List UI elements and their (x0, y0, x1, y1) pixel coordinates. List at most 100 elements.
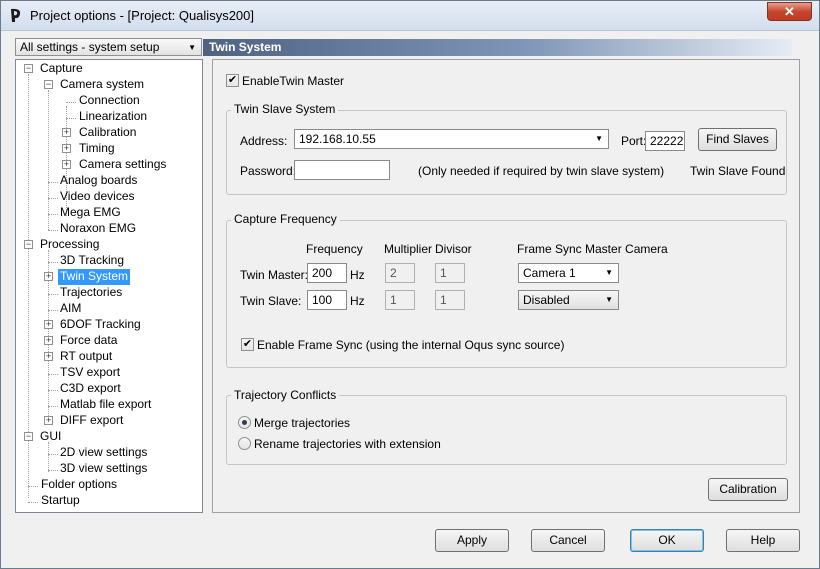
tree-item-aim[interactable]: AIM (58, 301, 83, 317)
tree-item-rt-output[interactable]: RT output (58, 349, 114, 365)
chevron-down-icon[interactable]: ▼ (595, 130, 603, 148)
plus-box-icon[interactable]: + (44, 416, 53, 425)
minus-box-icon[interactable]: − (44, 80, 53, 89)
tree-item-3d-view-settings[interactable]: 3D view settings (58, 461, 149, 477)
minus-box-icon[interactable]: − (24, 432, 33, 441)
tree-connector (48, 454, 58, 455)
tree-item-video-devices[interactable]: Video devices (58, 189, 137, 205)
plus-box-icon[interactable]: + (62, 160, 71, 169)
master-frequency-unit: Hz (350, 268, 365, 282)
master-multiplier-field: 2 (385, 263, 415, 283)
find-slaves-button[interactable]: Find Slaves (698, 128, 777, 151)
slave-frequency-unit: Hz (350, 294, 365, 308)
twin-slave-group (226, 110, 787, 195)
password-note: (Only needed if required by twin slave s… (418, 164, 665, 178)
tree-item-startup[interactable]: Startup (39, 493, 82, 509)
tree-item-3d-tracking[interactable]: 3D Tracking (58, 253, 126, 269)
radio-selected-dot (242, 420, 247, 425)
tree-connector (48, 230, 58, 231)
settings-tree[interactable]: − − + + + − + + + + + − Capture Camera s… (15, 59, 203, 513)
tree-connector (66, 118, 76, 119)
port-label: Port: (621, 134, 647, 148)
slave-divisor-field: 1 (435, 290, 465, 310)
tree-item-camera-system[interactable]: Camera system (58, 77, 146, 93)
enable-frame-sync-checkbox[interactable]: ✔ (241, 338, 254, 351)
plus-box-icon[interactable]: + (44, 352, 53, 361)
tree-item-camera-settings[interactable]: Camera settings (77, 157, 168, 173)
slave-multiplier-field: 1 (385, 290, 415, 310)
app-logo-icon (11, 8, 21, 22)
twin-slave-status: Twin Slave Found (690, 164, 786, 178)
tree-connector (48, 470, 58, 471)
tree-item-noraxon-emg[interactable]: Noraxon EMG (58, 221, 138, 237)
tree-item-tsv-export[interactable]: TSV export (58, 365, 122, 381)
master-frequency-input[interactable]: 200 (307, 263, 347, 283)
tree-connector (66, 102, 76, 103)
slave-multiplier-value: 1 (390, 293, 397, 307)
twin-master-label: Twin Master: (240, 268, 309, 282)
tree-item-force-data[interactable]: Force data (58, 333, 119, 349)
tree-item-matlab-export[interactable]: Matlab file export (58, 397, 153, 413)
tree-item-twin-system[interactable]: Twin System (58, 269, 131, 285)
calibration-button[interactable]: Calibration (708, 478, 788, 501)
master-camera-select[interactable]: Camera 1 ▼ (518, 263, 619, 283)
plus-box-icon[interactable]: + (62, 144, 71, 153)
title-bar[interactable]: Project options - [Project: Qualisys200]… (1, 1, 819, 31)
frequency-column-header: Frequency (306, 242, 363, 256)
plus-box-icon[interactable]: + (44, 320, 53, 329)
close-button[interactable]: ✕ (767, 2, 812, 21)
capture-frequency-group-title: Capture Frequency (231, 212, 340, 226)
slave-divisor-value: 1 (440, 293, 447, 307)
tree-connector (48, 182, 58, 183)
tree-item-gui[interactable]: GUI (38, 429, 63, 445)
tree-item-6dof-tracking[interactable]: 6DOF Tracking (58, 317, 143, 333)
tree-connector (48, 198, 58, 199)
address-combobox[interactable]: 192.168.10.55 ▼ (294, 129, 609, 149)
password-input[interactable] (294, 160, 390, 180)
tree-connector (28, 486, 38, 487)
enable-twin-master-checkbox[interactable]: ✔ (226, 74, 239, 87)
tree-item-calibration[interactable]: Calibration (77, 125, 138, 141)
master-divisor-value: 1 (440, 266, 447, 280)
tree-item-processing[interactable]: Processing (38, 237, 101, 253)
tree-item-diff-export[interactable]: DIFF export (58, 413, 125, 429)
tree-item-connection[interactable]: Connection (77, 93, 142, 109)
tree-item-2d-view-settings[interactable]: 2D view settings (58, 445, 149, 461)
tree-item-c3d-export[interactable]: C3D export (58, 381, 123, 397)
slave-frequency-input[interactable]: 100 (307, 290, 347, 310)
sync-camera-column-header: Frame Sync Master Camera (517, 242, 668, 256)
project-options-window: Project options - [Project: Qualisys200]… (0, 0, 820, 569)
ok-button[interactable]: OK (630, 529, 704, 552)
port-input[interactable]: 22222 (645, 131, 685, 151)
help-button[interactable]: Help (726, 529, 800, 552)
rename-trajectories-radio[interactable] (238, 437, 251, 450)
tree-item-folder-options[interactable]: Folder options (39, 477, 119, 493)
tree-item-analog-boards[interactable]: Analog boards (58, 173, 139, 189)
plus-box-icon[interactable]: + (44, 336, 53, 345)
twin-slave-group-title: Twin Slave System (231, 102, 339, 116)
tree-connector (48, 214, 58, 215)
minus-box-icon[interactable]: − (24, 240, 33, 249)
merge-trajectories-radio[interactable] (238, 416, 251, 429)
tree-connector (48, 294, 58, 295)
tree-item-linearization[interactable]: Linearization (77, 109, 149, 125)
cancel-button[interactable]: Cancel (531, 529, 605, 552)
multiplier-column-header: Multiplier (384, 242, 433, 256)
master-multiplier-value: 2 (390, 266, 397, 280)
tree-item-trajectories[interactable]: Trajectories (58, 285, 124, 301)
address-value: 192.168.10.55 (299, 132, 376, 146)
enable-twin-master-label: EnableTwin Master (242, 74, 345, 88)
tree-connector (28, 502, 38, 503)
settings-scope-select[interactable]: All settings - system setup ▼ (15, 38, 202, 56)
rename-trajectories-label: Rename trajectories with extension (254, 437, 441, 451)
tree-item-capture[interactable]: Capture (38, 61, 85, 77)
apply-button[interactable]: Apply (435, 529, 509, 552)
slave-camera-select[interactable]: Disabled ▼ (518, 290, 619, 310)
plus-box-icon[interactable]: + (44, 272, 53, 281)
twin-slave-label: Twin Slave: (240, 294, 302, 308)
trajectory-conflicts-group (226, 395, 787, 465)
plus-box-icon[interactable]: + (62, 128, 71, 137)
tree-item-mega-emg[interactable]: Mega EMG (58, 205, 123, 221)
tree-item-timing[interactable]: Timing (77, 141, 117, 157)
minus-box-icon[interactable]: − (24, 64, 33, 73)
